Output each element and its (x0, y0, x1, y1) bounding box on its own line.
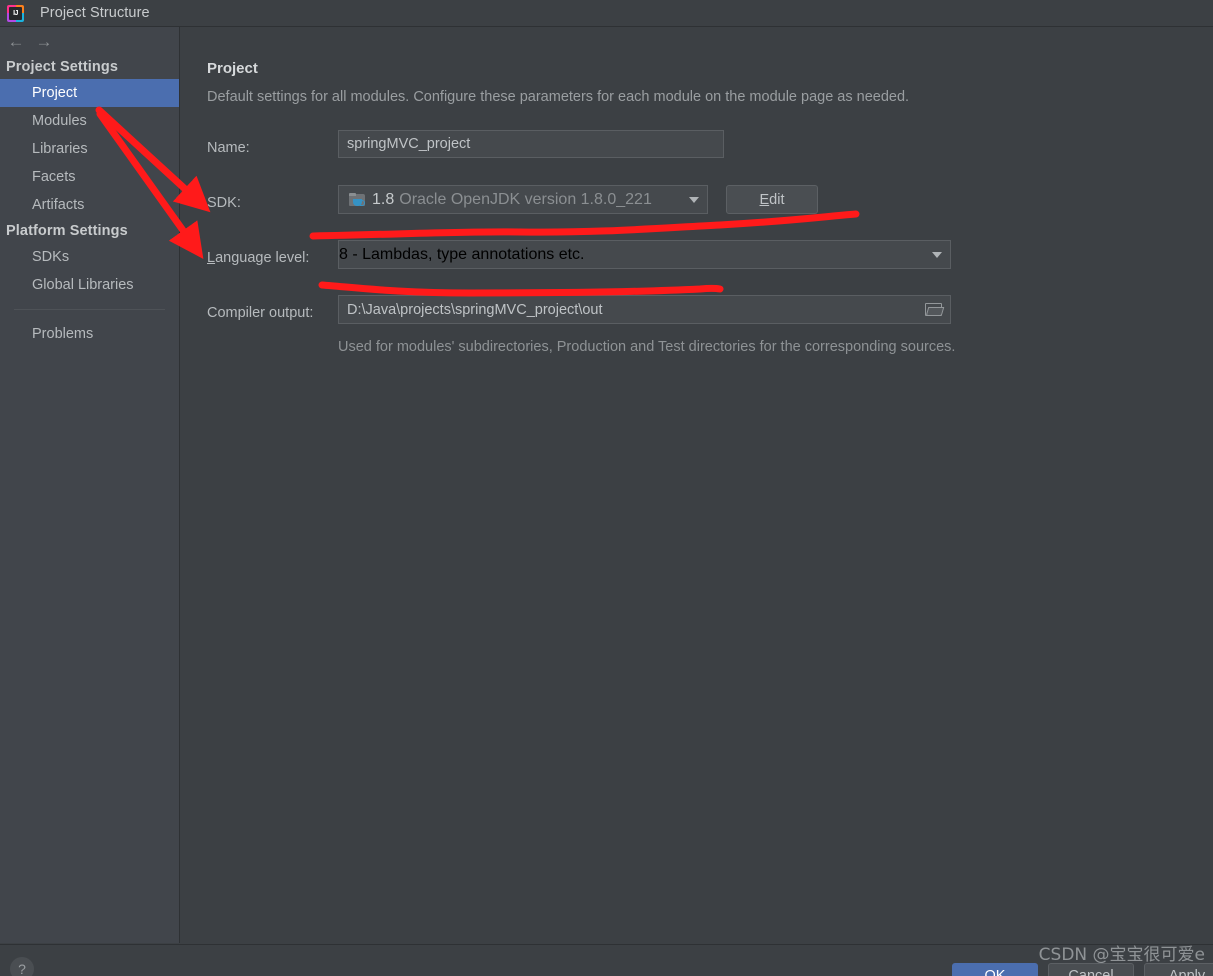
intellij-idea-logo-icon: IJ (7, 4, 24, 22)
project-structure-dialog: IJ Project Structure ← → Project Setting… (0, 0, 1213, 976)
dialog-footer: ? OK Cancel Apply (0, 944, 1213, 976)
sidebar-item-label: Problems (32, 326, 94, 342)
sdk-edit-label-rest: dit (769, 191, 785, 208)
chevron-down-icon[interactable] (681, 186, 707, 213)
sidebar-item-label: Facets (32, 169, 76, 185)
forward-arrow-icon[interactable]: → (30, 29, 58, 53)
help-question-mark-icon[interactable]: ? (10, 957, 34, 976)
sidebar-item-facets[interactable]: Facets (0, 163, 179, 191)
help-label: ? (18, 961, 26, 976)
sidebar-item-global-libraries[interactable]: Global Libraries (0, 271, 179, 299)
sdk-edit-button[interactable]: Edit (726, 185, 818, 214)
compiler-output-value: D:\Java\projects\springMVC_project\out (347, 301, 603, 318)
sidebar-item-label: Modules (32, 113, 87, 129)
sdk-edit-mnemonic: E (759, 191, 770, 208)
name-input[interactable]: springMVC_project (338, 130, 724, 158)
language-level-combobox[interactable]: 8 - Lambdas, type annotations etc. (338, 240, 951, 269)
back-arrow-icon[interactable]: ← (2, 29, 30, 53)
sidebar-item-label: Artifacts (32, 197, 85, 213)
name-label: Name: (207, 140, 250, 156)
folder-open-icon[interactable] (917, 297, 949, 322)
ok-button[interactable]: OK (952, 963, 1038, 976)
name-input-value: springMVC_project (347, 136, 471, 152)
window-titlebar: IJ Project Structure (0, 0, 1213, 27)
sidebar-item-label: SDKs (32, 249, 70, 265)
sidebar-item-libraries[interactable]: Libraries (0, 135, 179, 163)
sidebar-item-sdks[interactable]: SDKs (0, 243, 179, 271)
sidebar-item-label: Project (32, 85, 78, 101)
sidebar-item-label: Libraries (32, 141, 88, 157)
sidebar-item-artifacts[interactable]: Artifacts (0, 191, 179, 219)
sidebar-item-label: Global Libraries (32, 277, 134, 293)
chevron-down-icon[interactable] (924, 241, 950, 268)
sdk-combobox[interactable]: 1.8 Oracle OpenJDK version 1.8.0_221 (338, 185, 708, 214)
sidebar-item-project[interactable]: Project (0, 79, 179, 107)
sdk-description: Oracle OpenJDK version 1.8.0_221 (399, 190, 652, 208)
language-level-label: Language level: (207, 250, 310, 266)
compiler-output-label: Compiler output: (207, 305, 314, 321)
settings-sidebar: ← → Project Settings Project Modules Lib… (0, 27, 180, 943)
sidebar-group-project-settings: Project Settings (6, 59, 118, 75)
page-subtitle: Default settings for all modules. Config… (207, 89, 910, 105)
csdn-watermark: CSDN @宝宝很可爱e (1038, 945, 1205, 965)
sdk-version: 1.8 (372, 190, 395, 208)
sidebar-navigation: ← → (0, 27, 179, 55)
window-title: Project Structure (40, 5, 150, 21)
sidebar-item-problems[interactable]: Problems (0, 320, 179, 348)
project-settings-panel: Project Default settings for all modules… (181, 27, 1213, 943)
page-title: Project (207, 60, 258, 77)
compiler-output-hint: Used for modules' subdirectories, Produc… (338, 339, 956, 355)
jdk-folder-icon (349, 192, 366, 207)
compiler-output-input[interactable]: D:\Java\projects\springMVC_project\out (338, 295, 951, 324)
language-level-value: 8 - Lambdas, type annotations etc. (339, 245, 585, 263)
sidebar-divider (14, 309, 165, 310)
logo-text: IJ (9, 6, 22, 20)
language-level-mnemonic: L (207, 250, 216, 266)
sidebar-item-modules[interactable]: Modules (0, 107, 179, 135)
sidebar-group-platform-settings: Platform Settings (6, 223, 128, 239)
sdk-label: SDK: (207, 195, 241, 211)
